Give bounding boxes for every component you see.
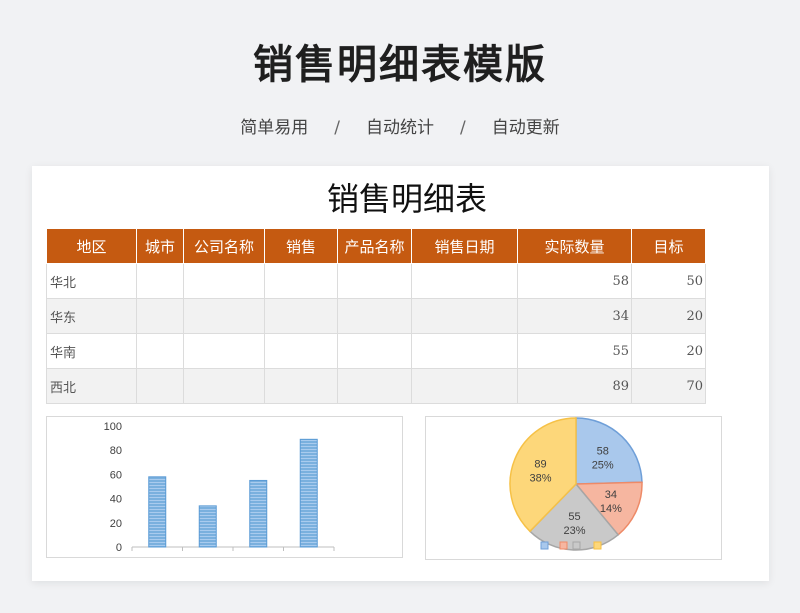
sheet-title: 销售明细表 xyxy=(326,180,487,218)
legend-swatch xyxy=(572,541,581,550)
cell-city[interactable] xyxy=(136,368,184,404)
cell-sales[interactable] xyxy=(264,298,338,334)
cell-actual[interactable]: 58 xyxy=(517,263,632,299)
column-header-city[interactable]: 城市 xyxy=(136,228,184,264)
pie-percent-label: 23% xyxy=(563,525,585,537)
bar-chart-box[interactable]: 0 20 40 60 80 100 xyxy=(46,416,403,558)
cell-region[interactable]: 华南 xyxy=(46,333,137,369)
table-row: 西北 89 70 xyxy=(46,368,706,404)
tag-separator: / xyxy=(460,118,466,138)
bar xyxy=(249,479,268,548)
cell-company[interactable] xyxy=(183,368,265,404)
cell-date[interactable] xyxy=(411,368,518,404)
cell-city[interactable] xyxy=(136,263,184,299)
tag-separator: / xyxy=(334,118,340,138)
cell-product[interactable] xyxy=(337,298,412,334)
cell-sales[interactable] xyxy=(264,368,338,404)
column-header-actual[interactable]: 实际数量 xyxy=(517,228,632,264)
table-row: 华北 58 50 xyxy=(46,263,706,299)
cell-sales[interactable] xyxy=(264,263,338,299)
column-header-sales[interactable]: 销售 xyxy=(264,228,338,264)
pie-chart: 58 25% 34 14% 55 23% 89 38% xyxy=(509,417,643,551)
legend-swatch xyxy=(559,541,568,550)
cell-date[interactable] xyxy=(411,263,518,299)
pie-value-label: 34 xyxy=(605,489,617,501)
y-tick-label: 0 xyxy=(116,542,122,554)
cell-target[interactable]: 20 xyxy=(631,333,706,369)
cell-city[interactable] xyxy=(136,333,184,369)
cell-company[interactable] xyxy=(183,333,265,369)
pie-value-label: 58 xyxy=(597,446,609,458)
cell-actual[interactable]: 89 xyxy=(517,368,632,404)
bar xyxy=(299,438,318,548)
cell-sales[interactable] xyxy=(264,333,338,369)
cell-region[interactable]: 华东 xyxy=(46,298,137,334)
bar xyxy=(198,505,217,548)
cell-actual[interactable]: 55 xyxy=(517,333,632,369)
table-row: 华南 55 20 xyxy=(46,333,706,369)
pie-value-label: 89 xyxy=(534,459,546,471)
legend-swatch xyxy=(540,541,549,550)
cell-region[interactable]: 西北 xyxy=(46,368,137,404)
cell-product[interactable] xyxy=(337,368,412,404)
y-tick-label: 20 xyxy=(110,518,122,530)
cell-target[interactable]: 50 xyxy=(631,263,706,299)
pie-slice xyxy=(575,417,643,485)
cell-company[interactable] xyxy=(183,298,265,334)
bar-chart: 0 20 40 60 80 100 xyxy=(104,421,335,554)
pie-percent-label: 25% xyxy=(592,460,614,472)
pie-percent-label: 14% xyxy=(600,503,622,515)
spreadsheet-preview: 销售明细表 地区 城市 公司名称 销售 产品名称 销售日期 实际数量 目标 华北 xyxy=(32,166,769,581)
tag-auto-update: 自动更新 xyxy=(491,118,560,138)
cell-product[interactable] xyxy=(337,333,412,369)
sales-detail-table: 地区 城市 公司名称 销售 产品名称 销售日期 实际数量 目标 华北 58 50… xyxy=(46,228,706,404)
bar xyxy=(148,476,167,548)
cell-region[interactable]: 华北 xyxy=(46,263,137,299)
y-tick-label: 60 xyxy=(110,469,122,481)
cell-city[interactable] xyxy=(136,298,184,334)
table-header-row: 地区 城市 公司名称 销售 产品名称 销售日期 实际数量 目标 xyxy=(46,228,706,264)
feature-tags: 简单易用 / 自动统计 / 自动更新 xyxy=(0,113,800,138)
cell-target[interactable]: 20 xyxy=(631,298,706,334)
column-header-date[interactable]: 销售日期 xyxy=(411,228,518,264)
column-header-target[interactable]: 目标 xyxy=(631,228,706,264)
y-tick-label: 40 xyxy=(110,494,122,506)
pie-chart-box[interactable]: 58 25% 34 14% 55 23% 89 38% xyxy=(425,416,722,560)
tag-easy: 简单易用 xyxy=(240,118,309,138)
cell-product[interactable] xyxy=(337,263,412,299)
cell-date[interactable] xyxy=(411,333,518,369)
column-header-product[interactable]: 产品名称 xyxy=(337,228,412,264)
column-header-region[interactable]: 地区 xyxy=(46,228,137,264)
cell-actual[interactable]: 34 xyxy=(517,298,632,334)
cell-date[interactable] xyxy=(411,298,518,334)
pie-percent-label: 38% xyxy=(530,473,552,485)
cell-company[interactable] xyxy=(183,263,265,299)
table-row: 华东 34 20 xyxy=(46,298,706,334)
column-header-company[interactable]: 公司名称 xyxy=(183,228,265,264)
y-tick-label: 100 xyxy=(104,421,122,433)
y-tick-label: 80 xyxy=(110,445,122,457)
legend-swatch xyxy=(593,541,602,550)
page-title: 销售明细表模版 xyxy=(253,42,547,88)
pie-value-label: 55 xyxy=(568,511,580,523)
cell-target[interactable]: 70 xyxy=(631,368,706,404)
tag-auto-stat: 自动统计 xyxy=(366,118,434,138)
